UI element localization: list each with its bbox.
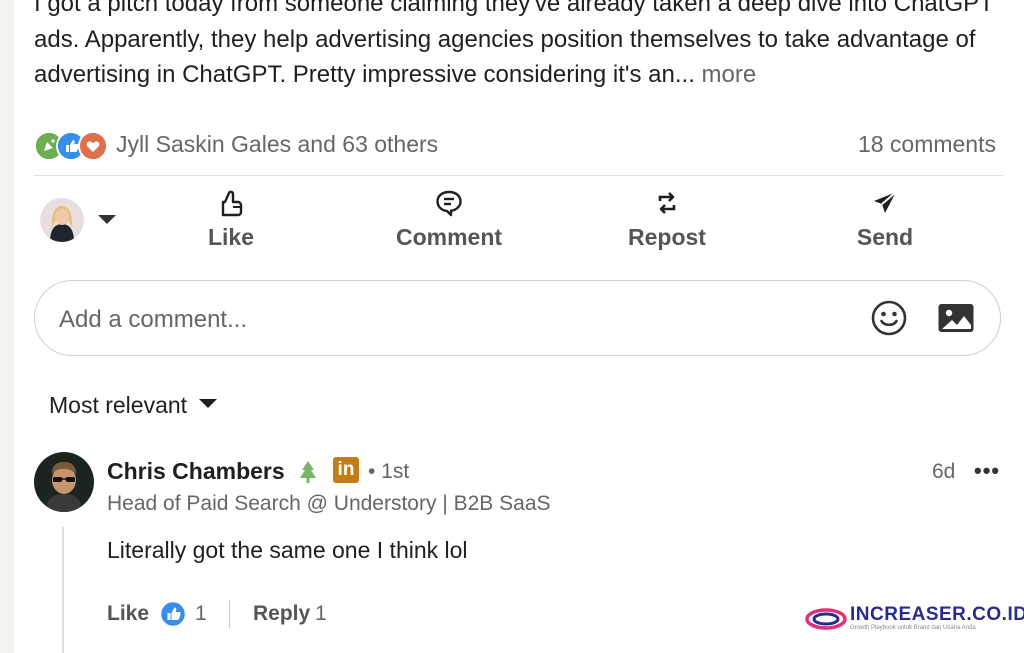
comment-reply-button[interactable]: Reply bbox=[253, 602, 310, 626]
like-button-label: Like bbox=[207, 224, 255, 250]
image-icon[interactable] bbox=[937, 301, 975, 340]
page-gutter bbox=[0, 0, 14, 653]
comment-composer bbox=[34, 280, 1001, 356]
speech-bubble-icon bbox=[436, 190, 462, 217]
connection-degree: • 1st bbox=[368, 460, 410, 483]
reactors-summary[interactable]: Jyll Saskin Gales and 63 others bbox=[116, 131, 438, 158]
comment-reply-count[interactable]: 1 bbox=[315, 602, 327, 626]
tree-icon bbox=[297, 460, 319, 489]
divider bbox=[229, 600, 230, 628]
commenter-headline: Head of Paid Search @ Understory | B2B S… bbox=[107, 492, 551, 515]
brand-name: INCREASER.CO.ID bbox=[850, 604, 1024, 625]
see-more-link[interactable]: more bbox=[702, 61, 757, 88]
thumbs-up-icon bbox=[221, 190, 243, 217]
linkedin-badge-icon: in bbox=[333, 457, 359, 483]
comment-timestamp: 6d bbox=[932, 460, 956, 483]
caret-down-icon bbox=[199, 399, 218, 409]
send-button[interactable]: Send bbox=[810, 188, 960, 254]
sort-label: Most relevant bbox=[49, 392, 188, 418]
send-button-label: Send bbox=[856, 224, 914, 250]
comment-button-label: Comment bbox=[395, 224, 503, 250]
avatar bbox=[40, 198, 84, 242]
love-icon bbox=[78, 131, 108, 161]
comment-like-button[interactable]: Like bbox=[107, 602, 149, 626]
smiley-icon[interactable] bbox=[871, 300, 907, 341]
more-options-icon[interactable]: ••• bbox=[974, 458, 1000, 484]
chevron-down-icon bbox=[98, 215, 116, 224]
social-counts: Jyll Saskin Gales and 63 others 18 comme… bbox=[34, 128, 996, 162]
like-button[interactable]: Like bbox=[156, 188, 306, 254]
brand-tagline: Growth Playbook untuk Brand dan Usaha An… bbox=[850, 625, 976, 631]
comment-actions: Like 1 Reply 1 bbox=[107, 600, 507, 630]
brand-watermark: INCREASER.CO.ID Growth Playbook untuk Br… bbox=[804, 604, 1024, 634]
post-body: I got a pitch today from someone claimin… bbox=[34, 0, 1004, 93]
thread-line bbox=[62, 527, 64, 653]
comment-text: Literally got the same one I think lol bbox=[107, 537, 468, 563]
divider bbox=[34, 175, 1003, 176]
actor-switcher[interactable] bbox=[40, 198, 120, 244]
commenter-name[interactable]: Chris Chambers bbox=[107, 458, 285, 485]
comment-input[interactable] bbox=[57, 301, 821, 339]
commenter-avatar[interactable] bbox=[34, 452, 94, 512]
paper-plane-icon bbox=[874, 191, 897, 213]
sort-dropdown[interactable]: Most relevant bbox=[49, 392, 218, 419]
comment-button[interactable]: Comment bbox=[374, 188, 524, 254]
repost-button[interactable]: Repost bbox=[592, 188, 742, 254]
comment-like-count[interactable]: 1 bbox=[195, 602, 207, 626]
comments-count[interactable]: 18 comments bbox=[858, 131, 996, 158]
reaction-icons[interactable] bbox=[34, 131, 114, 161]
brand-logo-icon bbox=[805, 608, 847, 630]
repost-button-label: Repost bbox=[628, 224, 706, 250]
repost-icon bbox=[658, 192, 676, 214]
like-reaction-icon bbox=[159, 600, 187, 634]
post-text: I got a pitch today from someone claimin… bbox=[34, 0, 994, 88]
